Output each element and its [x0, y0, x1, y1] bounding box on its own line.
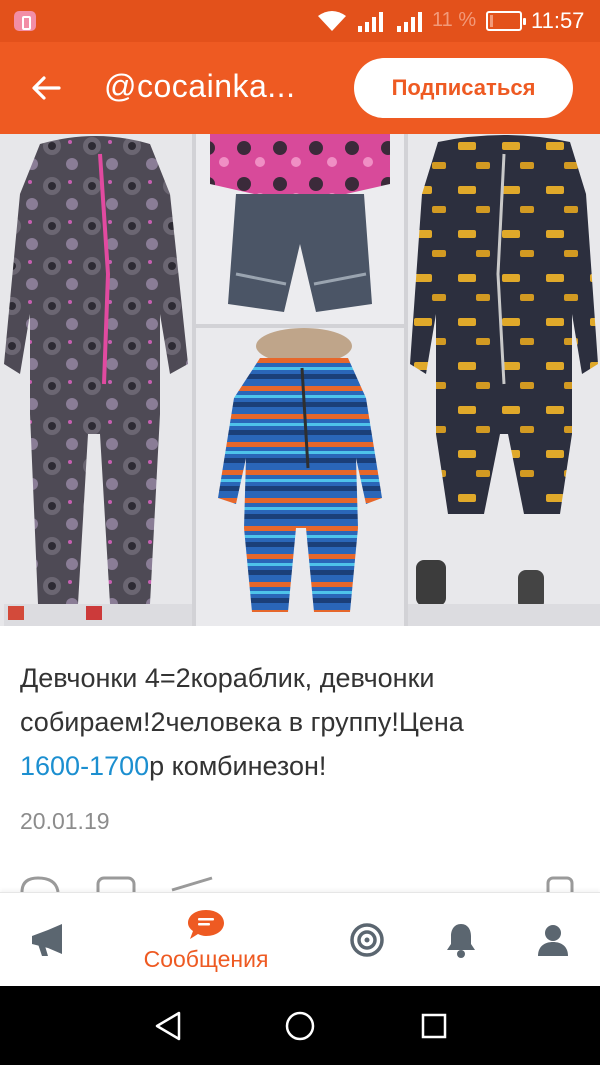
back-arrow-icon — [32, 76, 61, 100]
bottom-tab-bar: Сообщения — [0, 892, 600, 986]
notification-app-icon — [14, 11, 36, 31]
battery-icon — [486, 11, 526, 31]
tab-feed[interactable] — [18, 893, 78, 987]
bookmark-icon — [546, 876, 574, 892]
photo-tile-truck-suit — [408, 134, 600, 626]
bell-icon — [447, 924, 475, 958]
app-bar: @cocainka... Подписаться — [0, 42, 600, 134]
nav-recents-icon — [421, 1013, 447, 1039]
tab-notifications[interactable] — [438, 893, 484, 987]
back-button[interactable] — [18, 62, 74, 114]
status-bar: 11 % 11:57 — [0, 0, 600, 42]
post-text-line-2: собираем!2человека в группу!Цена — [20, 707, 464, 737]
battery-fill — [490, 15, 493, 27]
post-photo[interactable] — [0, 134, 600, 626]
target-icon — [350, 923, 384, 957]
photo-tile-purple-suit — [0, 134, 192, 626]
post-text-line-1: Девчонки 4=2кораблик, девчонки — [20, 663, 435, 693]
wifi-icon — [318, 11, 346, 31]
post-date: 20.01.19 — [20, 808, 110, 834]
system-nav-bar — [0, 986, 600, 1065]
nav-recents-button[interactable] — [412, 1006, 456, 1046]
tab-profile[interactable] — [530, 893, 576, 987]
share-icon — [171, 876, 213, 892]
nav-home-icon — [285, 1011, 315, 1041]
tab-messages-label: Сообщения — [143, 945, 269, 972]
post-text: Девчонки 4=2кораблик, девчонки собираем!… — [20, 656, 580, 788]
photo-tile-striped-suit — [196, 328, 404, 626]
tab-messages[interactable]: Сообщения — [130, 893, 282, 987]
post-text-line-3: 1600-1700р комбинезон! — [20, 744, 580, 788]
person-icon — [538, 925, 568, 956]
battery-percent: 11 % — [432, 9, 477, 31]
signal-icon-2 — [397, 12, 422, 32]
comment-icon — [96, 876, 136, 892]
megaphone-icon — [32, 924, 62, 956]
post-text-line-3-rest: р комбинезон! — [149, 751, 327, 781]
photo-tile-pink-jacket — [196, 134, 404, 324]
nav-back-icon — [155, 1011, 181, 1041]
tab-discussions[interactable] — [344, 893, 390, 987]
chat-bubble-icon — [188, 909, 224, 939]
subscribe-button[interactable]: Подписаться — [354, 58, 573, 118]
post-actions — [0, 876, 600, 892]
channel-title[interactable]: @cocainka... — [104, 68, 295, 105]
nav-back-button[interactable] — [146, 1006, 190, 1046]
status-time: 11:57 — [531, 8, 585, 33]
price-highlight[interactable]: 1600-1700 — [20, 751, 149, 781]
signal-icon-1 — [358, 12, 383, 32]
like-icon — [20, 876, 60, 892]
nav-home-button[interactable] — [278, 1006, 322, 1046]
